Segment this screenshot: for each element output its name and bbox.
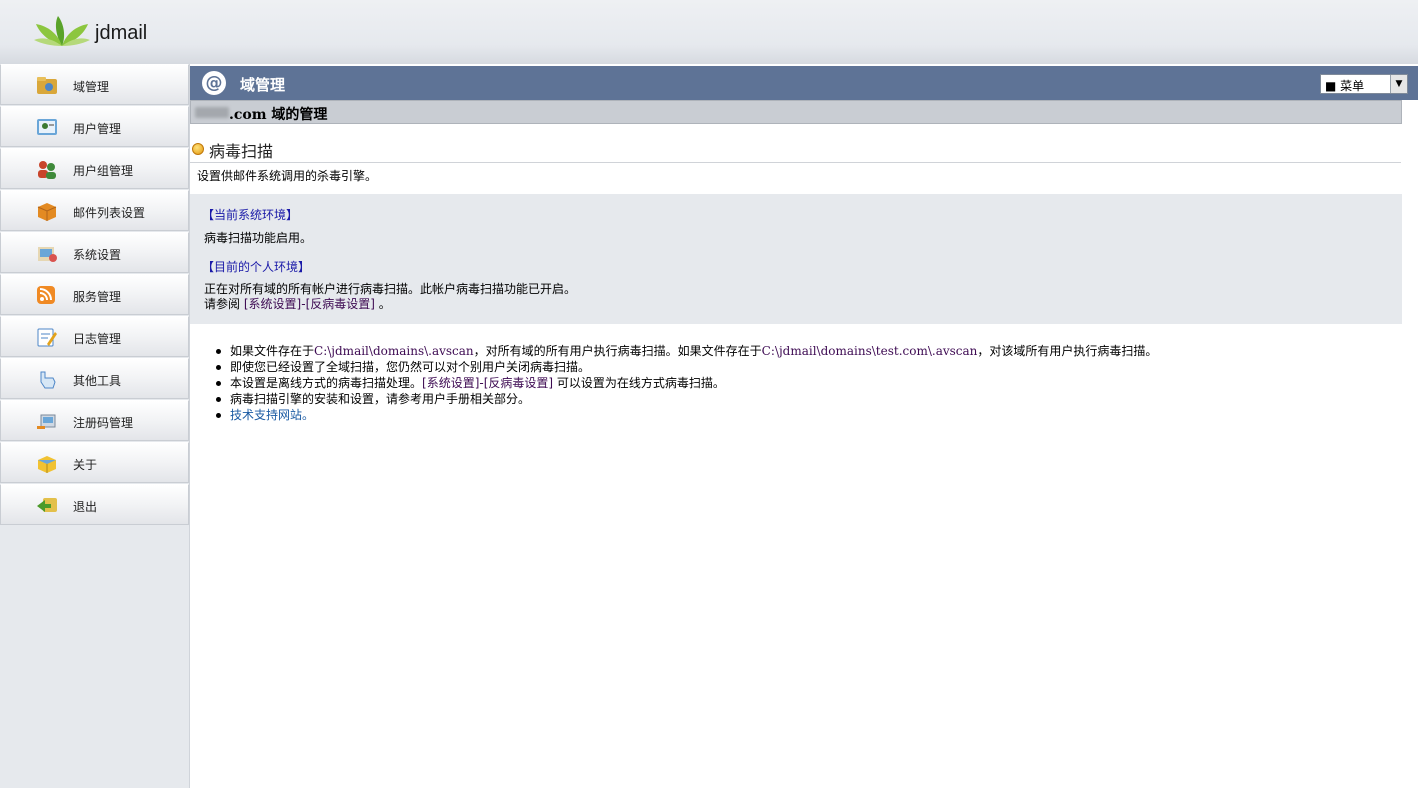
system-env-heading: 【当前系统环境】 <box>202 208 299 222</box>
sidebar-item-label: 用户组管理 <box>73 164 134 178</box>
pointer-hand-icon <box>40 371 56 389</box>
sidebar-item-label: 日志管理 <box>73 332 122 346</box>
note-text: 可以设置为在线方式病毒扫描。 <box>553 376 725 390</box>
list-item: 技术支持网站。 <box>215 407 1157 423</box>
see-prefix: 请参阅 <box>204 297 241 311</box>
leaf-logo-icon <box>34 16 90 46</box>
user-group-icon <box>38 161 56 179</box>
sidebar-item-label: 系统设置 <box>73 248 122 262</box>
redacted-domain-name <box>195 107 229 118</box>
sidebar-item-label: 用户管理 <box>73 122 122 136</box>
domain-folder-icon <box>37 77 57 94</box>
note-text: 如果文件存在于 <box>230 344 315 358</box>
sidebar-item-registration-code-management[interactable]: 注册码管理 <box>0 400 189 441</box>
sidebar-item-mailing-list-settings[interactable]: 邮件列表设置 <box>0 190 189 231</box>
system-settings-link[interactable]: [系统设置] <box>422 376 479 390</box>
page-title-bar: @ 域管理 ■ 菜单 ▼ <box>190 66 1418 100</box>
notes-list: 如果文件存在于C:\jdmail\domains\.avscan，对所有域的所有… <box>215 343 1158 423</box>
see-reference: 请参阅 [系统设置]-[反病毒设置] 。 <box>204 295 391 312</box>
sidebar-item-about[interactable]: 关于 <box>0 442 189 483</box>
sidebar-item-label: 退出 <box>73 500 98 514</box>
top-header: jdmail <box>0 0 1418 64</box>
sidebar-item-logout[interactable]: 退出 <box>0 484 189 525</box>
environment-panel: 【当前系统环境】 病毒扫描功能启用。 【目前的个人环境】 正在对所有域的所有帐户… <box>190 194 1402 324</box>
antivirus-settings-link[interactable]: [反病毒设置] <box>484 376 553 390</box>
sidebar-item-domain-management[interactable]: 域管理 <box>0 64 189 105</box>
menu-dropdown-value: ■ 菜单 <box>1325 79 1365 93</box>
domain-header-bar: .com 域的管理 <box>190 100 1402 124</box>
section-divider <box>190 162 1401 163</box>
section-description: 设置供邮件系统调用的杀毒引擎。 <box>197 169 378 183</box>
rss-feed-icon <box>37 286 55 304</box>
sidebar-item-label: 关于 <box>73 458 98 472</box>
about-box-icon <box>38 456 56 473</box>
sidebar-item-other-tools[interactable]: 其他工具 <box>0 358 189 399</box>
sidebar-item-service-management[interactable]: 服务管理 <box>0 274 189 315</box>
system-env-text: 病毒扫描功能启用。 <box>204 231 313 245</box>
menu-dropdown[interactable]: ■ 菜单 ▼ <box>1320 74 1408 94</box>
sidebar-item-label: 服务管理 <box>73 290 122 304</box>
registration-key-icon <box>37 414 56 429</box>
domain-title: .com 域的管理 <box>229 107 328 123</box>
global-avscan-path: C:\jdmail\domains\.avscan <box>314 344 474 358</box>
sidebar-item-user-group-management[interactable]: 用户组管理 <box>0 148 189 189</box>
section-title: 病毒扫描 <box>209 142 274 161</box>
note-text: 本设置是离线方式的病毒扫描处理。 <box>230 376 423 390</box>
list-item: 即使您已经设置了全域扫描，您仍然可以对个别用户关闭病毒扫描。 <box>215 359 1157 375</box>
brand-name: jdmail <box>95 22 148 44</box>
antivirus-settings-link[interactable]: [反病毒设置] <box>306 297 375 311</box>
system-settings-link[interactable]: [系统设置] <box>244 297 301 311</box>
note-text: ，对所有域的所有用户执行病毒扫描。如果文件存在于 <box>473 344 762 358</box>
at-sign-icon: @ <box>202 71 226 95</box>
note-text: ，对该域所有用户执行病毒扫描。 <box>977 344 1158 358</box>
list-item: 本设置是离线方式的病毒扫描处理。[系统设置]-[反病毒设置] 可以设置为在线方式… <box>215 375 1157 391</box>
personal-env-heading: 【目前的个人环境】 <box>202 260 311 274</box>
sidebar-item-user-management[interactable]: 用户管理 <box>0 106 189 147</box>
tech-support-link[interactable]: 技术支持网站。 <box>230 408 314 422</box>
main-content: @ 域管理 ■ 菜单 ▼ .com 域的管理 病毒扫描 设置供邮件系统调用的杀毒… <box>190 64 1418 788</box>
list-item: 如果文件存在于C:\jdmail\domains\.avscan，对所有域的所有… <box>215 343 1158 359</box>
sidebar-item-label: 其他工具 <box>73 374 122 388</box>
dropdown-arrow-icon[interactable]: ▼ <box>1390 75 1407 93</box>
sidebar-item-label: 邮件列表设置 <box>73 206 146 220</box>
user-card-icon <box>37 119 57 135</box>
page-title: 域管理 <box>240 76 286 94</box>
sidebar-item-log-management[interactable]: 日志管理 <box>0 316 189 357</box>
sidebar-item-label: 注册码管理 <box>73 416 134 430</box>
see-suffix: 。 <box>378 297 391 311</box>
system-box-icon <box>38 247 57 262</box>
log-edit-icon <box>37 328 57 347</box>
sidebar: 域管理 用户管理 用户组管理 邮件列表设置 系统设置 服务管理 日志管理 其他工… <box>0 64 190 788</box>
logout-arrow-icon <box>37 498 57 512</box>
sidebar-item-label: 域管理 <box>73 80 110 94</box>
sidebar-item-system-settings[interactable]: 系统设置 <box>0 232 189 273</box>
list-item: 病毒扫描引擎的安装和设置，请参考用户手册相关部分。 <box>215 391 1157 407</box>
domain-avscan-path: C:\jdmail\domains\test.com\.avscan <box>761 344 978 358</box>
bullet-dot-icon <box>192 143 204 155</box>
package-icon <box>37 203 57 221</box>
